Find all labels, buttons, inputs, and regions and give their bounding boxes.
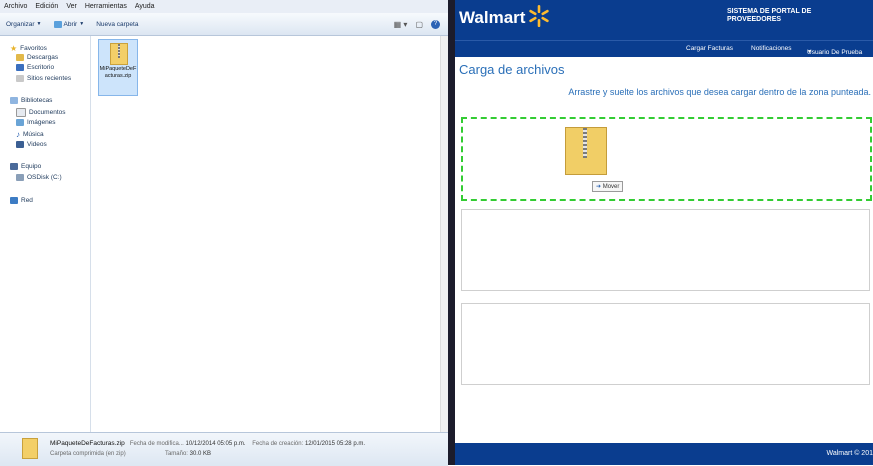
page-title: Carga de archivos — [459, 62, 565, 77]
details-pane: MiPaqueteDeFacturas.zip Fecha de modific… — [0, 432, 448, 466]
nav-recent-label: Sitios recientes — [27, 75, 72, 82]
images-icon — [16, 119, 24, 126]
details-size-value: 30.0 KB — [189, 451, 211, 457]
open-button[interactable]: Abrir ▼ — [48, 20, 91, 28]
details-modified-value: 10/12/2014 05:05 p.m. — [185, 441, 246, 447]
drop-zone[interactable] — [461, 117, 872, 201]
walmart-spark-icon — [529, 5, 549, 27]
nav-downloads[interactable]: Descargas — [16, 54, 58, 61]
details-created-label: Fecha de creación: — [252, 441, 304, 447]
menu-edicion[interactable]: Edición — [31, 3, 62, 10]
disk-drive-icon — [16, 174, 24, 181]
nav-network[interactable]: Red — [10, 197, 33, 204]
menu-archivo[interactable]: Archivo — [0, 3, 31, 10]
nav-network-label: Red — [21, 197, 33, 204]
portal-footer: Walmart © 201 — [455, 443, 873, 465]
organize-button[interactable]: Organizar ▼ — [0, 21, 48, 28]
libraries-icon — [10, 97, 18, 104]
nav-images-label: Imágenes — [27, 119, 56, 126]
system-title: SISTEMA DE PORTAL DE PROVEEDORES — [727, 8, 812, 23]
user-name: Usuario De Prueba — [807, 49, 863, 56]
new-folder-button[interactable]: Nueva carpeta — [90, 21, 144, 28]
nav-libraries-label: Bibliotecas — [21, 97, 53, 104]
upload-panel — [461, 303, 870, 385]
nav-documents[interactable]: Documentos — [16, 108, 66, 117]
music-note-icon: ♪ — [16, 130, 20, 139]
nav-osdisk[interactable]: OSDisk (C:) — [16, 174, 62, 181]
nav-videos[interactable]: Videos — [16, 141, 47, 148]
nav-computer-label: Equipo — [21, 163, 42, 170]
portal-navbar: Cargar Facturas Notificaciones Usuario D… — [455, 40, 873, 57]
nav-music-label: Música — [23, 131, 44, 138]
nav-images[interactable]: Imágenes — [16, 119, 56, 126]
open-label: Abrir — [63, 20, 78, 28]
details-file-name: MiPaqueteDeFacturas.zip — [50, 440, 125, 447]
preview-pane-icon[interactable]: ▢ — [415, 20, 423, 29]
nav-recent[interactable]: Sitios recientes — [16, 75, 71, 82]
details-size-label: Tamaño: — [164, 451, 188, 457]
chevron-down-icon: ▼ — [79, 21, 85, 27]
organize-label: Organizar — [6, 20, 35, 28]
command-bar: Organizar ▼ Abrir ▼ Nueva carpeta ▦ ▾ ▢ … — [0, 13, 448, 36]
open-icon — [53, 20, 62, 28]
walmart-logo[interactable]: Walmart — [459, 8, 525, 28]
recent-places-icon — [16, 75, 24, 82]
nav-cargar-facturas[interactable]: Cargar Facturas — [686, 45, 733, 52]
zip-folder-icon — [565, 127, 607, 175]
zip-folder-icon — [110, 43, 128, 65]
desktop-icon — [16, 64, 24, 71]
nav-libraries[interactable]: Bibliotecas — [10, 97, 52, 104]
portal-header: Walmart SISTEMA DE PORTAL DE PROVEEDORES — [455, 0, 873, 40]
footer-copyright: Walmart © 201 — [826, 450, 873, 457]
menu-ayuda[interactable]: Ayuda — [131, 3, 159, 10]
chevron-down-icon: ▼ — [807, 49, 812, 55]
zip-folder-icon — [22, 438, 38, 459]
nav-notificaciones[interactable]: Notificaciones — [751, 45, 791, 52]
file-explorer-window: Archivo Edición Ver Herramientas Ayuda O… — [0, 0, 449, 466]
nav-music[interactable]: ♪ Música — [16, 130, 44, 139]
star-icon: ★ — [10, 44, 18, 53]
window-divider — [448, 0, 455, 465]
network-icon — [10, 197, 18, 204]
zip-file-item[interactable]: MiPaqueteDeFacturas.zip — [98, 39, 138, 96]
nav-favorites-label: Favoritos — [20, 45, 47, 52]
move-cursor-tooltip: ➜ Mover — [592, 181, 624, 192]
upload-panel — [461, 209, 870, 291]
downloads-icon — [16, 54, 24, 61]
menu-bar: Archivo Edición Ver Herramientas Ayuda — [0, 0, 448, 13]
move-arrow-icon: ➜ — [596, 184, 602, 190]
nav-videos-label: Videos — [27, 141, 47, 148]
nav-downloads-label: Descargas — [27, 54, 59, 61]
nav-documents-label: Documentos — [29, 109, 66, 116]
nav-desktop-label: Escritorio — [27, 64, 55, 71]
details-file-type: Carpeta comprimida (en zip) — [50, 451, 126, 457]
chevron-down-icon: ▼ — [36, 21, 42, 27]
nav-computer[interactable]: Equipo — [10, 163, 41, 170]
documents-icon — [16, 108, 26, 117]
move-label: Mover — [602, 184, 620, 190]
upload-instruction: Arrastre y suelte los archivos que desea… — [568, 87, 871, 97]
navigation-pane: ★ Favoritos Descargas Escritorio Sitios … — [0, 36, 91, 432]
view-options-icon[interactable]: ▦ ▾ — [394, 20, 408, 29]
videos-icon — [16, 141, 24, 148]
nav-osdisk-label: OSDisk (C:) — [27, 174, 62, 181]
new-folder-label: Nueva carpeta — [96, 20, 139, 28]
computer-icon — [10, 163, 18, 170]
details-created-value: 12/01/2015 05:28 p.m. — [304, 441, 365, 447]
details-modified-label: Fecha de modifica... — [129, 441, 184, 447]
supplier-portal-page: Walmart SISTEMA DE PORTAL DE PROVEEDORES… — [455, 0, 873, 465]
zip-file-name: MiPaqueteDeFacturas.zip — [99, 66, 137, 79]
file-list-pane: MiPaqueteDeFacturas.zip — [91, 36, 440, 432]
nav-favorites[interactable]: ★ Favoritos — [10, 44, 47, 53]
help-icon[interactable]: ? — [431, 19, 440, 29]
menu-ver[interactable]: Ver — [62, 3, 81, 10]
nav-desktop[interactable]: Escritorio — [16, 64, 54, 71]
dragged-file[interactable] — [557, 123, 615, 179]
menu-herramientas[interactable]: Herramientas — [81, 3, 131, 10]
